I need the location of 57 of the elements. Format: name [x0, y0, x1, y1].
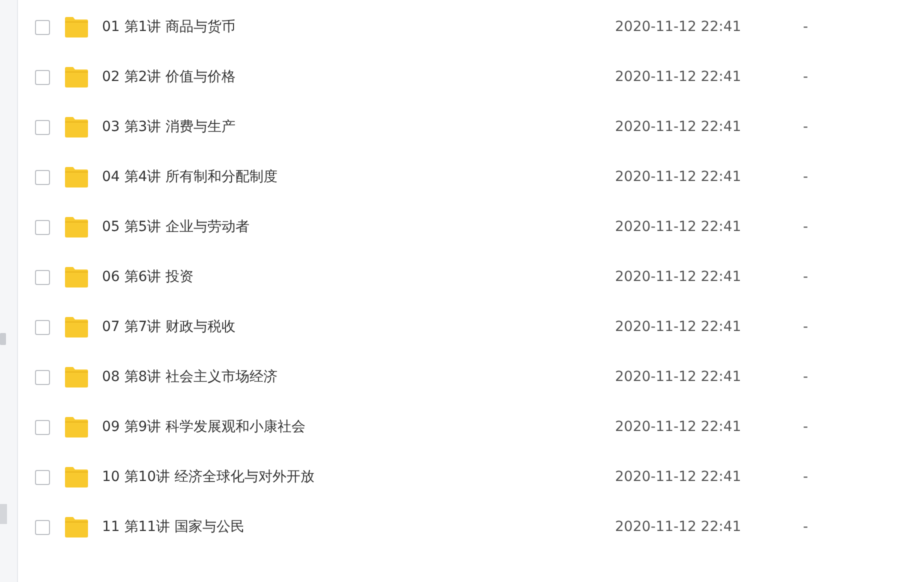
- modified-date: 2020-11-12 22:41: [615, 419, 742, 435]
- file-name[interactable]: 02 第2讲 价值与价格: [102, 68, 615, 86]
- file-size: -: [803, 169, 808, 185]
- modified-date: 2020-11-12 22:41: [615, 19, 742, 35]
- checkbox[interactable]: [35, 120, 50, 134]
- file-name[interactable]: 04 第4讲 所有制和分配制度: [102, 168, 615, 186]
- checkbox[interactable]: [35, 370, 50, 384]
- modified-date: 2020-11-12 22:41: [615, 469, 742, 485]
- modified-date: 2020-11-12 22:41: [615, 269, 742, 285]
- file-size: -: [803, 219, 808, 235]
- checkbox[interactable]: [35, 20, 50, 34]
- file-name[interactable]: 01 第1讲 商品与货币: [102, 18, 615, 36]
- file-name[interactable]: 06 第6讲 投资: [102, 268, 615, 286]
- file-name[interactable]: 05 第5讲 企业与劳动者: [102, 218, 615, 236]
- file-size: -: [803, 319, 808, 335]
- file-name[interactable]: 07 第7讲 财政与税收: [102, 318, 615, 336]
- checkbox[interactable]: [35, 470, 50, 484]
- scrollbar-thumb[interactable]: [0, 504, 7, 524]
- file-size: -: [803, 369, 808, 385]
- folder-icon: [64, 516, 89, 538]
- checkbox[interactable]: [35, 170, 50, 184]
- modified-date: 2020-11-12 22:41: [615, 219, 742, 235]
- folder-icon: [64, 216, 89, 238]
- collapse-handle-icon[interactable]: [0, 333, 6, 345]
- checkbox[interactable]: [35, 420, 50, 434]
- checkbox[interactable]: [35, 70, 50, 84]
- folder-icon: [64, 166, 89, 188]
- file-size: -: [803, 69, 808, 85]
- file-name[interactable]: 09 第9讲 科学发展观和小康社会: [102, 418, 615, 436]
- modified-date: 2020-11-12 22:41: [615, 169, 742, 185]
- file-size: -: [803, 269, 808, 285]
- checkbox[interactable]: [35, 270, 50, 284]
- folder-icon: [64, 66, 89, 88]
- folder-icon: [64, 16, 89, 38]
- folder-icon: [64, 316, 89, 338]
- folder-icon: [64, 366, 89, 388]
- file-name[interactable]: 10 第10讲 经济全球化与对外开放: [102, 468, 615, 486]
- folder-icon: [64, 266, 89, 288]
- modified-date: 2020-11-12 22:41: [615, 519, 742, 535]
- file-size: -: [803, 119, 808, 135]
- checkbox[interactable]: [35, 520, 50, 534]
- folder-icon: [64, 416, 89, 438]
- file-size: -: [803, 519, 808, 535]
- file-name[interactable]: 11 第11讲 国家与公民: [102, 518, 615, 536]
- modified-date: 2020-11-12 22:41: [615, 319, 742, 335]
- checkbox[interactable]: [35, 320, 50, 334]
- file-name[interactable]: 03 第3讲 消费与生产: [102, 118, 615, 136]
- modified-date: 2020-11-12 22:41: [615, 69, 742, 85]
- file-size: -: [803, 469, 808, 485]
- checkbox[interactable]: [35, 220, 50, 234]
- file-size: -: [803, 19, 808, 35]
- modified-date: 2020-11-12 22:41: [615, 119, 742, 135]
- file-size: -: [803, 419, 808, 435]
- modified-date: 2020-11-12 22:41: [615, 369, 742, 385]
- folder-icon: [64, 466, 89, 488]
- folder-icon: [64, 116, 89, 138]
- file-name[interactable]: 08 第8讲 社会主义市场经济: [102, 368, 615, 386]
